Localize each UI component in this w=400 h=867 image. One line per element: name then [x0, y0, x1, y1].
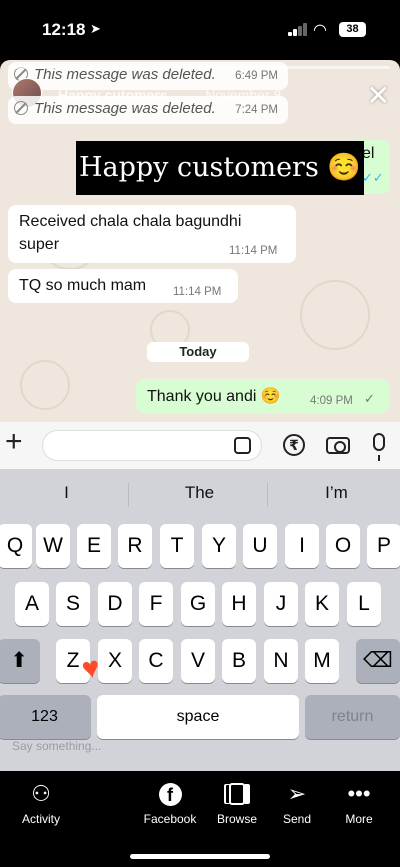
key-w[interactable]: W: [36, 524, 70, 568]
key-c[interactable]: C: [139, 639, 173, 683]
key-o[interactable]: O: [326, 524, 360, 568]
deleted-message-text: This message was deleted.: [34, 100, 216, 117]
status-bar: 12:18 ➤ ◠ 38: [0, 0, 400, 60]
key-x[interactable]: X: [98, 639, 132, 683]
check-icon: ✓: [364, 391, 375, 406]
reply-placeholder: Say something...: [12, 739, 102, 753]
key-n[interactable]: N: [264, 639, 298, 683]
nav-more[interactable]: ••• More: [324, 779, 394, 826]
nav-label: Activity: [21, 812, 60, 826]
key-r[interactable]: R: [118, 524, 152, 568]
message-time: 7:24 PM: [235, 104, 278, 116]
key-l[interactable]: L: [347, 582, 381, 626]
story-progress-bar: [10, 66, 390, 69]
key-q[interactable]: Q: [0, 524, 32, 568]
incoming-message: Received chala chala bagundhi super 11:1…: [8, 205, 296, 263]
message-text: super: [19, 236, 60, 253]
key-t[interactable]: T: [160, 524, 194, 568]
more-icon: •••: [347, 781, 371, 806]
key-v[interactable]: V: [181, 639, 215, 683]
message-input[interactable]: [42, 430, 262, 461]
activity-icon: ⚇: [31, 781, 51, 806]
send-icon: ➢: [287, 781, 307, 806]
divider: [267, 483, 268, 507]
date-divider: Today: [147, 342, 249, 362]
numbers-key[interactable]: 123: [0, 695, 91, 739]
nav-label: Send: [282, 812, 312, 826]
sticker-icon[interactable]: [234, 437, 251, 454]
microphone-icon[interactable]: [373, 433, 385, 461]
key-m[interactable]: M: [305, 639, 339, 683]
close-icon[interactable]: ✕: [367, 82, 390, 110]
message-time: 6:49 PM: [235, 70, 278, 82]
key-g[interactable]: G: [181, 582, 215, 626]
key-f[interactable]: F: [139, 582, 173, 626]
nav-label: Facebook: [143, 812, 197, 826]
bottom-nav: ⚇ Activity f Facebook Browse ➢ Send ••• …: [0, 771, 400, 867]
space-key[interactable]: space: [97, 695, 299, 739]
outgoing-message: Thank you andi ☺️ 4:09 PM ✓: [136, 379, 389, 413]
message-text: TQ so much mam: [19, 277, 147, 294]
key-h[interactable]: H: [222, 582, 256, 626]
camera-icon[interactable]: [326, 437, 350, 454]
nav-activity[interactable]: ⚇ Activity: [6, 779, 76, 826]
incoming-message: TQ so much mam 11:14 PM: [8, 269, 238, 303]
nav-facebook[interactable]: f Facebook: [135, 779, 205, 826]
blocked-icon: [14, 101, 28, 115]
key-k[interactable]: K: [305, 582, 339, 626]
nav-send[interactable]: ➢ Send: [262, 779, 332, 826]
location-arrow-icon: ➤: [90, 21, 101, 36]
suggestion[interactable]: I’m: [270, 483, 400, 503]
message-time: 11:14 PM: [173, 286, 222, 298]
divider: [128, 483, 129, 507]
status-time: 12:18: [42, 20, 86, 39]
wifi-icon: ◠: [313, 22, 327, 39]
backspace-key[interactable]: ⌫: [356, 639, 400, 683]
home-indicator[interactable]: [130, 854, 270, 859]
message-time: 11:14 PM: [229, 245, 278, 257]
key-s[interactable]: S: [56, 582, 90, 626]
suggestion[interactable]: The: [133, 483, 266, 503]
rupee-payment-icon[interactable]: ₹: [283, 434, 305, 456]
deleted-message: This message was deleted. 7:24 PM: [8, 96, 288, 124]
message-time: 4:09 PM: [310, 395, 353, 407]
key-i[interactable]: I: [285, 524, 319, 568]
key-j[interactable]: J: [264, 582, 298, 626]
key-u[interactable]: U: [243, 524, 277, 568]
message-text: Received chala chala bagundhi: [19, 213, 242, 230]
key-e[interactable]: E: [77, 524, 111, 568]
message-input-bar: + ₹: [0, 422, 400, 469]
key-p[interactable]: P: [367, 524, 400, 568]
key-y[interactable]: Y: [202, 524, 236, 568]
return-key[interactable]: return: [305, 695, 400, 739]
suggestion[interactable]: I: [0, 483, 133, 503]
wallpaper-doodle: [300, 280, 370, 350]
nav-label: More: [345, 812, 373, 826]
story-text-overlay[interactable]: Happy customers ☺️: [76, 141, 364, 195]
keyboard: I The I’m Q W E R T Y U I O P A S D F G …: [0, 469, 400, 771]
key-a[interactable]: A: [15, 582, 49, 626]
message-text: Thank you andi ☺️: [147, 388, 281, 405]
facebook-icon: f: [135, 779, 205, 809]
wallpaper-doodle: [20, 360, 70, 410]
key-b[interactable]: B: [222, 639, 256, 683]
story-chat-screenshot[interactable]: This message was deleted. 6:49 PM Happy …: [0, 60, 400, 422]
double-check-icon: ✓✓: [362, 170, 384, 185]
shift-key[interactable]: ⬆: [0, 639, 40, 683]
cellular-signal-icon: [288, 23, 308, 36]
plus-icon[interactable]: +: [5, 427, 23, 457]
battery-icon: 38: [339, 22, 366, 37]
key-d[interactable]: D: [98, 582, 132, 626]
